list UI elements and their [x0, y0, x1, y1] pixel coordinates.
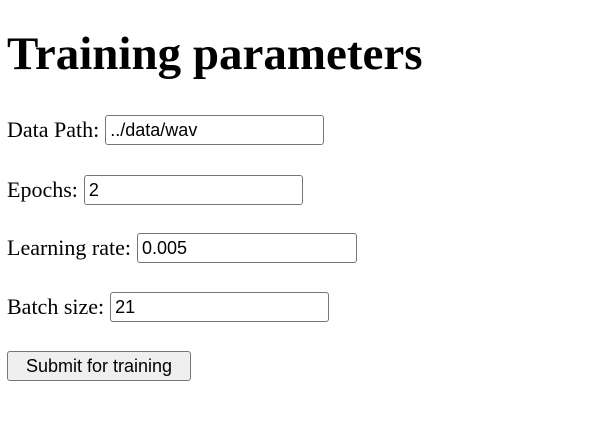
learning-rate-input[interactable]: [137, 233, 357, 263]
data-path-row: Data Path:: [7, 115, 325, 145]
batch-size-label: Batch size:: [7, 294, 105, 319]
submit-button[interactable]: Submit for training: [7, 351, 191, 381]
data-path-input[interactable]: [105, 115, 325, 145]
epochs-input[interactable]: [83, 175, 303, 205]
learning-rate-row: Learning rate:: [7, 233, 357, 263]
learning-rate-label: Learning rate:: [7, 235, 131, 260]
batch-size-row: Batch size:: [7, 292, 330, 322]
page-title: Training parameters: [7, 28, 423, 80]
epochs-row: Epochs:: [7, 175, 303, 205]
batch-size-input[interactable]: [110, 292, 330, 322]
epochs-label: Epochs:: [7, 177, 78, 202]
data-path-label: Data Path:: [7, 117, 100, 142]
